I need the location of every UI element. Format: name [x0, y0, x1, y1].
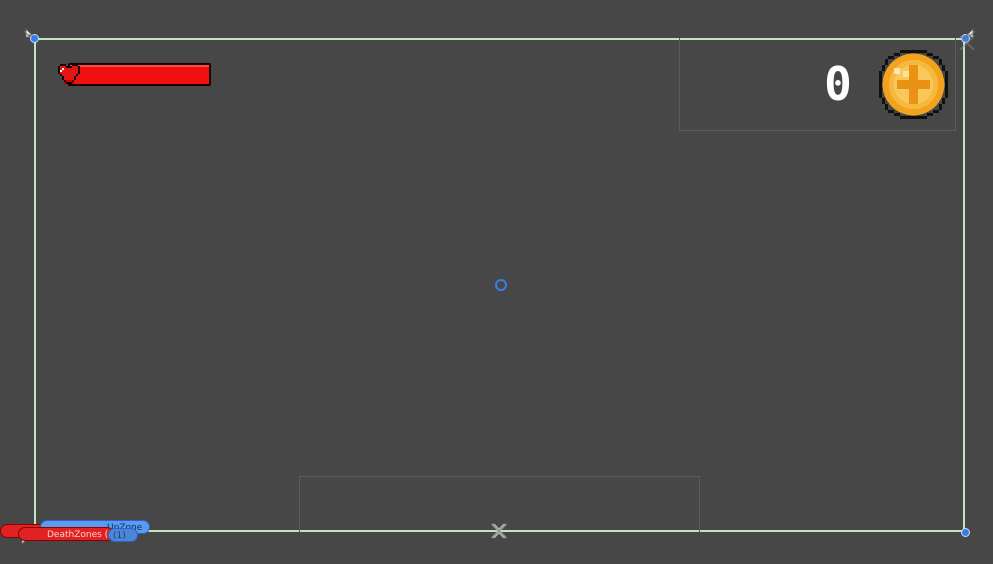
health-bar: [68, 63, 211, 86]
anchor-top-left-icon[interactable]: [22, 27, 44, 49]
gizmo-label-secondary[interactable]: (1): [108, 528, 138, 542]
gizmo-label-deathzones[interactable]: DeathZones (1): [18, 527, 114, 541]
health-bar-widget: [58, 62, 213, 89]
gizmo-label-deathzones-text: DeathZones (1): [47, 530, 114, 540]
coin-count: 0: [824, 57, 852, 111]
scene-viewport[interactable]: 0 UpZone Deat: [0, 0, 993, 564]
gizmo-label-secondary-text: (1): [113, 531, 126, 541]
anchor-top-right-secondary-icon: [959, 35, 975, 51]
coin-icon: [879, 50, 948, 119]
gizmo-labels: UpZone DeathZones (1) (1): [0, 518, 160, 548]
pivot-handle[interactable]: [495, 279, 507, 291]
bottom-panel: [299, 476, 700, 532]
health-bar-fill: [70, 65, 209, 84]
resize-handle-bottom-right[interactable]: [961, 528, 970, 537]
heart-icon: [58, 64, 80, 86]
